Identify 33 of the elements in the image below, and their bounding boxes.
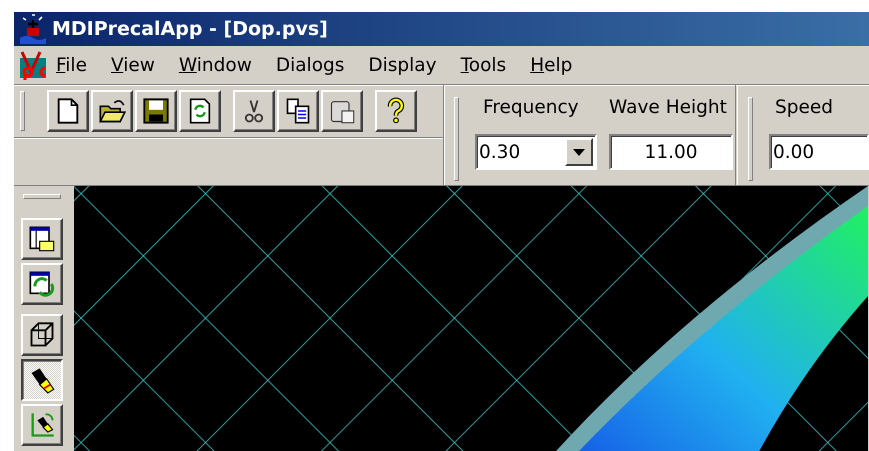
- combo-box[interactable]: 0.30: [475, 134, 598, 170]
- menu-item[interactable]: Dialogs: [264, 52, 356, 78]
- floppy-disk-button[interactable]: [135, 90, 177, 132]
- copy-button[interactable]: [277, 90, 319, 132]
- menu-item[interactable]: Tools: [448, 52, 518, 78]
- axes-flashlight-button[interactable]: [21, 404, 63, 446]
- window-folder-button[interactable]: [21, 218, 63, 260]
- cube-icon: [28, 321, 56, 349]
- field-label: Speed: [774, 97, 834, 120]
- folder-icon: [98, 97, 126, 125]
- menu-item[interactable]: Display: [356, 52, 449, 78]
- menu-item[interactable]: View: [98, 52, 167, 78]
- flashlight-button[interactable]: [21, 359, 63, 401]
- new-file-button[interactable]: [47, 90, 89, 132]
- cube-button[interactable]: [21, 314, 63, 356]
- copy-icon: [284, 97, 312, 125]
- question-mark-button[interactable]: [375, 90, 417, 132]
- folder-button[interactable]: [91, 90, 133, 132]
- window-arrows-button[interactable]: [21, 263, 63, 305]
- page-arrows-button[interactable]: [179, 90, 221, 132]
- window-title: MDIPrecalApp - [Dop.pvs]: [52, 18, 328, 40]
- menu-item[interactable]: Help: [518, 52, 584, 78]
- window-arrows-icon: [28, 270, 56, 298]
- window-folder-icon: [28, 225, 56, 253]
- menu-item[interactable]: Window: [166, 52, 264, 78]
- app-icon: [18, 14, 48, 44]
- field-label: Wave Height: [609, 97, 728, 120]
- menu-item[interactable]: File: [50, 52, 99, 78]
- caret-icon: [573, 148, 586, 156]
- input-field[interactable]: 0.00: [769, 134, 869, 170]
- field-label: Frequency: [482, 97, 580, 120]
- input-field[interactable]: 11.00: [609, 134, 734, 170]
- dropdown-button[interactable]: [565, 138, 594, 166]
